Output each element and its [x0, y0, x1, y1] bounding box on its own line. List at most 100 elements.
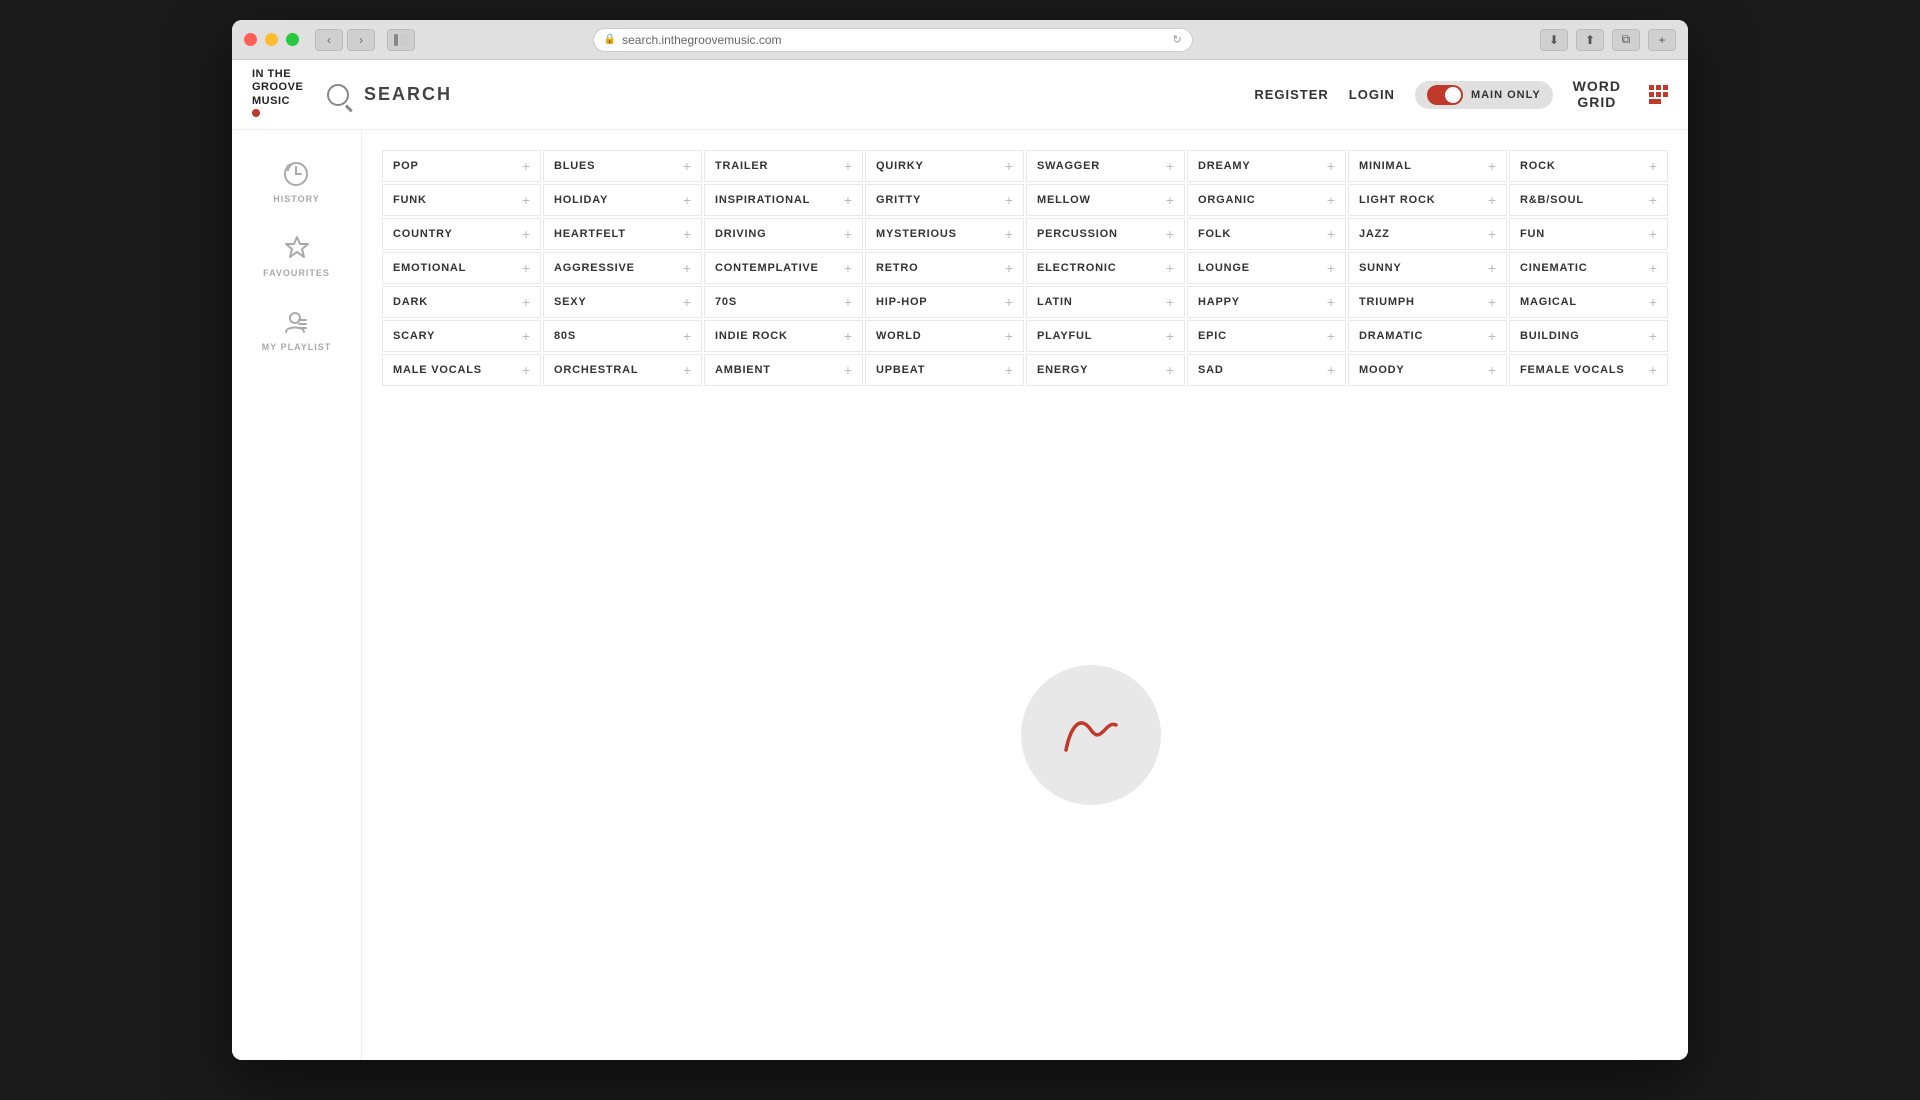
reload-icon[interactable]: ↻ [1172, 33, 1181, 46]
tag-item[interactable]: LOUNGE+ [1187, 252, 1346, 284]
tag-plus-icon[interactable]: + [844, 363, 852, 377]
tag-plus-icon[interactable]: + [683, 159, 691, 173]
tag-item[interactable]: CINEMATIC+ [1509, 252, 1668, 284]
tag-item[interactable]: FOLK+ [1187, 218, 1346, 250]
tag-item[interactable]: BLUES+ [543, 150, 702, 182]
tag-plus-icon[interactable]: + [1649, 329, 1657, 343]
tag-item[interactable]: DRIVING+ [704, 218, 863, 250]
tag-item[interactable]: FUNK+ [382, 184, 541, 216]
tag-plus-icon[interactable]: + [1649, 295, 1657, 309]
tag-item[interactable]: AGGRESSIVE+ [543, 252, 702, 284]
tag-item[interactable]: MOODY+ [1348, 354, 1507, 386]
tag-item[interactable]: CONTEMPLATIVE+ [704, 252, 863, 284]
tag-item[interactable]: HAPPY+ [1187, 286, 1346, 318]
tag-item[interactable]: FEMALE VOCALS+ [1509, 354, 1668, 386]
tag-plus-icon[interactable]: + [844, 159, 852, 173]
tag-plus-icon[interactable]: + [683, 295, 691, 309]
tag-item[interactable]: ROCK+ [1509, 150, 1668, 182]
tag-item[interactable]: ELECTRONIC+ [1026, 252, 1185, 284]
tag-item[interactable]: ENERGY+ [1026, 354, 1185, 386]
tag-plus-icon[interactable]: + [1649, 261, 1657, 275]
tag-plus-icon[interactable]: + [1649, 227, 1657, 241]
main-only-toggle[interactable]: MAIN ONLY [1415, 81, 1553, 109]
tag-plus-icon[interactable]: + [1166, 227, 1174, 241]
tag-plus-icon[interactable]: + [1649, 363, 1657, 377]
download-icon[interactable]: ⬇ [1540, 29, 1568, 51]
tag-plus-icon[interactable]: + [1005, 363, 1013, 377]
login-button[interactable]: LOGIN [1349, 87, 1395, 102]
tag-item[interactable]: ORGANIC+ [1187, 184, 1346, 216]
tag-plus-icon[interactable]: + [683, 363, 691, 377]
tag-item[interactable]: SAD+ [1187, 354, 1346, 386]
tag-plus-icon[interactable]: + [1005, 261, 1013, 275]
tag-plus-icon[interactable]: + [844, 261, 852, 275]
tag-item[interactable]: 80S+ [543, 320, 702, 352]
forward-button[interactable]: › [347, 29, 375, 51]
tag-plus-icon[interactable]: + [1488, 329, 1496, 343]
tag-plus-icon[interactable]: + [1488, 159, 1496, 173]
tag-item[interactable]: HIP-HOP+ [865, 286, 1024, 318]
tag-plus-icon[interactable]: + [1327, 329, 1335, 343]
tag-item[interactable]: PLAYFUL+ [1026, 320, 1185, 352]
tag-item[interactable]: WORLD+ [865, 320, 1024, 352]
tag-plus-icon[interactable]: + [1166, 261, 1174, 275]
tag-item[interactable]: SUNNY+ [1348, 252, 1507, 284]
tag-plus-icon[interactable]: + [522, 193, 530, 207]
tag-plus-icon[interactable]: + [1327, 295, 1335, 309]
tag-item[interactable]: TRIUMPH+ [1348, 286, 1507, 318]
tab-icon[interactable]: ⧉ [1612, 29, 1640, 51]
tag-item[interactable]: HEARTFELT+ [543, 218, 702, 250]
tag-plus-icon[interactable]: + [844, 193, 852, 207]
tag-item[interactable]: INDIE ROCK+ [704, 320, 863, 352]
tag-plus-icon[interactable]: + [1005, 159, 1013, 173]
tag-plus-icon[interactable]: + [1649, 193, 1657, 207]
tag-plus-icon[interactable]: + [522, 295, 530, 309]
tag-item[interactable]: JAZZ+ [1348, 218, 1507, 250]
tag-plus-icon[interactable]: + [522, 363, 530, 377]
tag-item[interactable]: COUNTRY+ [382, 218, 541, 250]
share-icon[interactable]: ⬆ [1576, 29, 1604, 51]
tag-item[interactable]: LATIN+ [1026, 286, 1185, 318]
tag-plus-icon[interactable]: + [1488, 193, 1496, 207]
tag-plus-icon[interactable]: + [844, 227, 852, 241]
tag-item[interactable]: QUIRKY+ [865, 150, 1024, 182]
tag-plus-icon[interactable]: + [1005, 227, 1013, 241]
minimize-button[interactable] [265, 33, 278, 46]
tag-item[interactable]: R&B/SOUL+ [1509, 184, 1668, 216]
tag-item[interactable]: DREAMY+ [1187, 150, 1346, 182]
tag-plus-icon[interactable]: + [1327, 159, 1335, 173]
tag-item[interactable]: TRAILER+ [704, 150, 863, 182]
tag-plus-icon[interactable]: + [1327, 193, 1335, 207]
tag-plus-icon[interactable]: + [683, 329, 691, 343]
back-button[interactable]: ‹ [315, 29, 343, 51]
tag-plus-icon[interactable]: + [1488, 363, 1496, 377]
sidebar-item-favourites[interactable]: FAVOURITES [263, 234, 330, 278]
tag-item[interactable]: UPBEAT+ [865, 354, 1024, 386]
tag-plus-icon[interactable]: + [844, 329, 852, 343]
register-button[interactable]: REGISTER [1254, 87, 1328, 102]
tag-plus-icon[interactable]: + [522, 261, 530, 275]
tag-item[interactable]: DARK+ [382, 286, 541, 318]
close-button[interactable] [244, 33, 257, 46]
tag-plus-icon[interactable]: + [1005, 329, 1013, 343]
tag-plus-icon[interactable]: + [1166, 329, 1174, 343]
tag-item[interactable]: BUILDING+ [1509, 320, 1668, 352]
address-bar[interactable]: 🔒 search.inthegroovemusic.com ↻ [593, 28, 1193, 52]
new-tab-icon[interactable]: + [1648, 29, 1676, 51]
tag-plus-icon[interactable]: + [1166, 363, 1174, 377]
tag-plus-icon[interactable]: + [1327, 227, 1335, 241]
tag-item[interactable]: AMBIENT+ [704, 354, 863, 386]
tag-plus-icon[interactable]: + [522, 159, 530, 173]
tag-item[interactable]: POP+ [382, 150, 541, 182]
tag-plus-icon[interactable]: + [1488, 295, 1496, 309]
sidebar-item-playlist[interactable]: MY PLAYLIST [262, 308, 332, 352]
tag-item[interactable]: GRITTY+ [865, 184, 1024, 216]
tag-plus-icon[interactable]: + [1005, 193, 1013, 207]
tag-plus-icon[interactable]: + [844, 295, 852, 309]
tag-item[interactable]: PERCUSSION+ [1026, 218, 1185, 250]
tag-item[interactable]: MALE VOCALS+ [382, 354, 541, 386]
tag-item[interactable]: SCARY+ [382, 320, 541, 352]
tag-plus-icon[interactable]: + [1166, 193, 1174, 207]
tag-item[interactable]: ORCHESTRAL+ [543, 354, 702, 386]
tag-item[interactable]: EPIC+ [1187, 320, 1346, 352]
